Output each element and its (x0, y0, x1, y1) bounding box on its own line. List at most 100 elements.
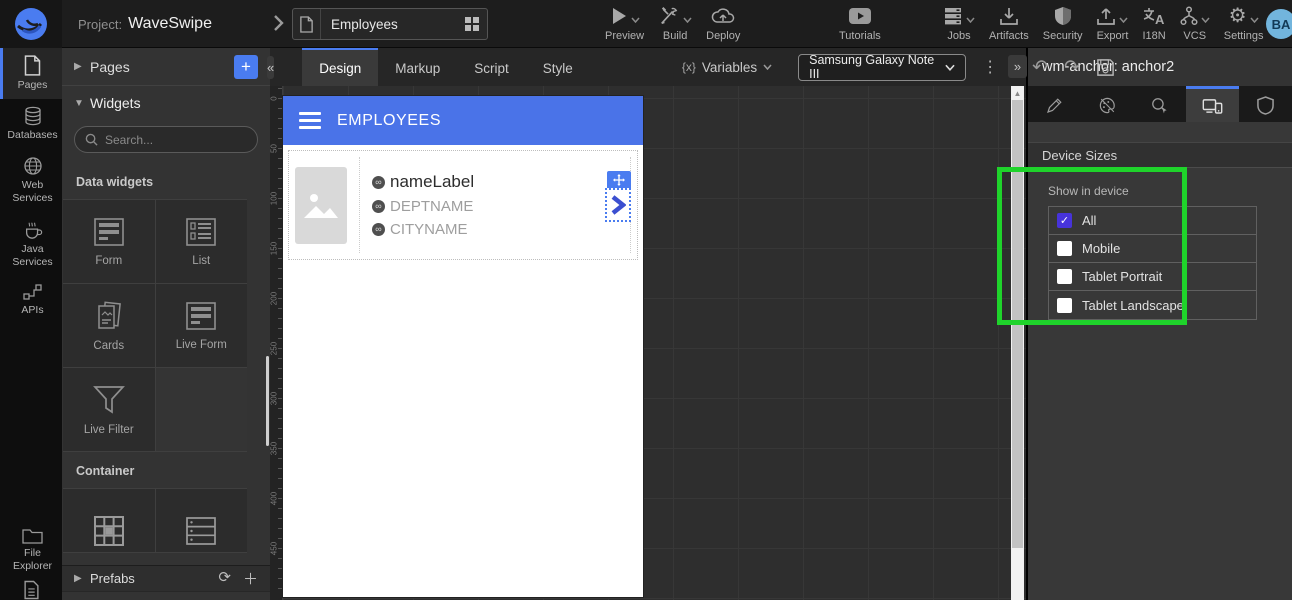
sidebar-item-web-services[interactable]: Web Services (0, 149, 62, 212)
inspector-tabs (1028, 86, 1292, 122)
tab-style[interactable]: Style (526, 48, 590, 86)
bind-icon: ∞ (372, 223, 385, 236)
name-label-widget[interactable]: ∞ nameLabel (372, 172, 618, 192)
project-title: Project: WaveSwipe (78, 0, 212, 48)
upload-icon (1096, 6, 1116, 26)
chevron-down-icon[interactable] (1119, 17, 1128, 23)
sidebar-item-pages[interactable]: Pages (0, 48, 62, 99)
widgets-accordion[interactable]: ▼ Widgets (62, 86, 270, 120)
widget-tile-live-filter[interactable]: Live Filter (63, 368, 155, 451)
widget-search-input[interactable] (105, 133, 245, 147)
tab-script[interactable]: Script (457, 48, 526, 86)
tab-events[interactable] (1134, 86, 1187, 122)
more-options-icon[interactable]: ⋮ (982, 57, 998, 77)
chevron-down-icon[interactable] (966, 17, 975, 23)
app-logo[interactable] (0, 0, 62, 48)
pencil-icon (1045, 97, 1063, 115)
folder-icon (22, 527, 43, 544)
checkbox-unchecked-icon[interactable] (1057, 269, 1072, 284)
deploy-button[interactable]: Deploy (699, 3, 747, 42)
build-button[interactable]: Build (651, 3, 699, 42)
canvas-scrollbar[interactable]: ▲ (1011, 86, 1024, 600)
sidebar-item-databases[interactable]: Databases (0, 99, 62, 149)
expand-panel-button[interactable]: » (1008, 55, 1027, 78)
tab-security[interactable] (1239, 86, 1292, 122)
plus-icon[interactable]: ＋ (243, 568, 258, 589)
refresh-icon[interactable]: ⟳ (218, 568, 231, 589)
wavemaker-studio: Project: WaveSwipe Employees Preview (0, 0, 1292, 600)
chevron-down-icon[interactable] (1250, 17, 1259, 23)
device-preview-select[interactable]: Samsung Galaxy Note III (798, 54, 966, 81)
tab-properties[interactable] (1028, 86, 1081, 122)
chevron-down-icon[interactable] (1201, 17, 1210, 23)
panel-scrollbar[interactable] (266, 356, 269, 446)
device-option-all[interactable]: ✓ All (1049, 207, 1256, 235)
tab-design[interactable]: Design (302, 48, 378, 86)
collapse-left-panel-button[interactable]: « (267, 56, 274, 79)
widget-tile-live-form[interactable]: Live Form (156, 284, 248, 367)
widget-tile-cards[interactable]: Cards (63, 284, 155, 367)
widget-search[interactable] (74, 126, 258, 153)
undo-button[interactable]: ↶ (1024, 56, 1056, 79)
mobile-page-header[interactable]: EMPLOYEES (283, 96, 643, 145)
export-button[interactable]: Export (1089, 3, 1135, 42)
anchor-chevron[interactable] (605, 188, 631, 222)
tab-device-sizes[interactable] (1186, 86, 1239, 122)
widget-tile-accordion[interactable] (156, 489, 248, 553)
settings-button[interactable]: ⚙ Settings (1217, 3, 1271, 42)
i18n-button[interactable]: A I18N (1135, 3, 1172, 42)
list-item-fields: ∞ nameLabel ∞ DEPTNAME ∞ CITYNAME (359, 157, 631, 253)
pages-accordion[interactable]: ▶ Pages + (62, 48, 270, 86)
add-page-button[interactable]: + (234, 55, 258, 79)
city-label-widget[interactable]: ∞ CITYNAME (372, 221, 618, 238)
clipped-doc-icon[interactable] (0, 580, 62, 600)
device-option-mobile[interactable]: Mobile (1049, 235, 1256, 263)
jobs-button[interactable]: Jobs (936, 3, 982, 42)
translate-icon: A (1143, 6, 1165, 26)
artifacts-button[interactable]: Artifacts (982, 3, 1036, 42)
show-in-device-label: Show in device (1048, 184, 1292, 198)
dept-label-widget[interactable]: ∞ DEPTNAME (372, 198, 618, 215)
security-button[interactable]: Security (1036, 3, 1090, 42)
device-option-tablet-landscape[interactable]: Tablet Landscape (1049, 291, 1256, 319)
save-button[interactable] (1096, 58, 1115, 77)
employee-list-item[interactable]: ∞ nameLabel ∞ DEPTNAME ∞ CITYNAME (288, 150, 638, 260)
variables-button[interactable]: {x} Variables (682, 60, 772, 75)
chevron-down-icon[interactable] (683, 17, 692, 23)
preview-button[interactable]: Preview (598, 3, 651, 42)
chevron-down-icon[interactable] (631, 17, 640, 23)
sidebar-item-apis[interactable]: APIs (0, 276, 62, 324)
page-selector[interactable]: Employees (292, 8, 488, 40)
image-placeholder[interactable] (295, 167, 347, 244)
project-label: Project: (78, 17, 122, 32)
widget-tile-list[interactable]: List (156, 200, 248, 283)
checkbox-checked-icon[interactable]: ✓ (1057, 213, 1072, 228)
checkbox-unchecked-icon[interactable] (1057, 298, 1072, 313)
sidebar-item-java-services[interactable]: Java Services (0, 213, 62, 276)
vcs-button[interactable]: VCS (1173, 3, 1217, 42)
widget-tile-form[interactable]: Form (63, 200, 155, 283)
ruler-ticks (278, 88, 282, 598)
widget-tile-layout-grid[interactable] (63, 489, 155, 553)
selected-anchor-widget[interactable] (605, 171, 631, 222)
mobile-page-mockup[interactable]: EMPLOYEES ∞ nameLabel ∞ DEPTNAME (283, 96, 643, 597)
accordion-icon (184, 515, 218, 547)
scroll-up-arrow[interactable]: ▲ (1011, 86, 1024, 100)
checkbox-unchecked-icon[interactable] (1057, 241, 1072, 256)
hamburger-menu-icon[interactable] (299, 112, 321, 129)
tab-markup[interactable]: Markup (378, 48, 457, 86)
design-canvas[interactable]: 0 50 100 150 200 250 300 350 400 450 EMP… (270, 86, 1026, 600)
mobile-page-title: EMPLOYEES (337, 112, 441, 130)
tab-styles[interactable] (1081, 86, 1134, 122)
sidebar-item-file-explorer[interactable]: File Explorer (0, 520, 62, 580)
user-avatar[interactable]: BA (1266, 9, 1292, 39)
redo-button[interactable]: ↷ (1056, 56, 1088, 79)
device-option-tablet-portrait[interactable]: Tablet Portrait (1049, 263, 1256, 291)
page-grid-icon[interactable] (457, 16, 487, 32)
sidebar-spacer (0, 324, 62, 520)
scrollbar-thumb[interactable] (1012, 100, 1023, 548)
tutorials-button[interactable]: Tutorials (832, 3, 888, 42)
magnifier-cursor-icon (1150, 96, 1169, 115)
drag-handle[interactable] (607, 171, 631, 188)
prefabs-accordion[interactable]: ▶ Prefabs ⟳ ＋ (62, 565, 270, 592)
